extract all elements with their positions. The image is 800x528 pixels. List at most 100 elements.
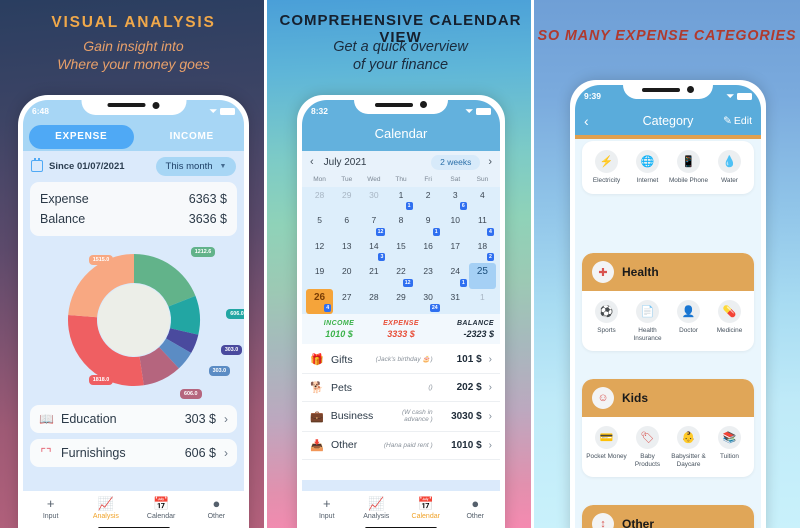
calendar-day-cell[interactable]: 20 [333,263,360,288]
calendar-day-cell[interactable]: 15 [387,238,414,263]
calendar-day-cell[interactable]: 16 [415,238,442,263]
calendar-day-cell[interactable]: 22 12 [387,263,414,288]
tab-expense[interactable]: EXPENSE [29,124,134,149]
calendar-day-cell[interactable]: 4 [469,187,496,212]
range-select-value: This month [165,160,213,172]
category-item[interactable]: ⚡ Electricity [586,150,627,185]
calendar-day-cell[interactable]: 19 [306,263,333,288]
chart-icon: 📈 [97,496,114,511]
calendar-day-cell[interactable]: 31 [442,289,469,314]
bottom-tab-bar[interactable]: + Input 📈 Analysis 📅 Calendar ● Other [302,491,500,528]
calendar-day-cell[interactable]: 21 [360,263,387,288]
chevron-left-icon[interactable]: ‹ [310,156,314,168]
expense-income-tabs[interactable]: EXPENSE INCOME [23,122,244,151]
category-item[interactable]: 📱 Mobile Phone [668,150,709,185]
table-row[interactable]: 📥 Other (Hana paid rent ) 1010 $ › [302,432,500,460]
category-group-header[interactable]: ✚ Health [582,253,754,291]
tab-analysis[interactable]: 📈 Analysis [352,496,402,520]
calendar-day-cell[interactable]: 28 [360,289,387,314]
category-item[interactable]: 👶 Babysitter & Daycare [668,426,709,468]
range-pill[interactable]: 2 weeks [431,154,481,170]
tab-calendar[interactable]: 📅 Calendar [401,496,451,520]
category-item[interactable]: 👤 Doctor [668,300,709,342]
promo-panel-analysis: VISUAL ANALYSIS Gain insight into Where … [0,0,267,528]
tab-input[interactable]: + Input [23,496,78,520]
calendar-day-cell[interactable]: 10 [442,212,469,237]
table-row[interactable]: 🎁 Gifts (Jack's birthday 🎂) 101 $ › [302,346,500,374]
table-row[interactable]: 🐕 Pets () 202 $ › [302,374,500,402]
calendar-day-cell[interactable]: 13 [333,238,360,263]
bottom-tab-bar[interactable]: + Input 📈 Analysis 📅 Calendar ● Other [23,491,244,528]
category-group: ↕ Other [582,505,754,528]
wifi-icon: ⏷ [465,105,473,116]
calendar-day-cell[interactable]: 17 [442,238,469,263]
tab-input[interactable]: + Input [302,496,352,520]
category-item[interactable]: 💊 Medicine [709,300,750,342]
tab-calendar[interactable]: 📅 Calendar [134,496,189,520]
category-item-row: ⚽ Sports 📄 Health Insurance 👤 Doctor 💊 Medicine [582,291,754,351]
calendar-day-cell[interactable]: 6 [333,212,360,237]
calendar-day-cell[interactable]: 30 24 [415,289,442,314]
list-item[interactable]: ⌜⌝ Furnishings 606 $ › [30,439,237,467]
expense-donut-chart[interactable]: 1212.6 606.0 303.0 303.0 606.0 1818.0 1515.0 [23,240,244,400]
edit-button[interactable]: ✎ Edit [723,115,752,127]
weekday-label: Sun [476,176,489,183]
calendar-day-cell[interactable]: 29 [333,187,360,212]
calendar-day-cell[interactable]: 2 [415,187,442,212]
speaker-icon [642,87,680,92]
category-group-header[interactable]: ↕ Other [582,505,754,528]
doctor-icon: 👤 [677,300,700,323]
calendar-day-cell[interactable]: 30 [360,187,387,212]
list-item[interactable]: 📖 Education 303 $ › [30,405,237,433]
day-number: 28 [369,291,379,302]
weekday-label: Tue [341,176,353,183]
category-group-header[interactable]: ☺ Kids [582,379,754,417]
calendar-day-cell[interactable]: 14 3 [360,238,387,263]
calendar-day-cell[interactable]: 91 [415,212,442,237]
tab-other[interactable]: ● Other [451,496,501,520]
category-item[interactable]: 📄 Health Insurance [627,300,668,342]
calendar-day-cell[interactable]: 7 12 [360,212,387,237]
donut-value-label: 303.0 [220,344,243,355]
calendar-day-cell[interactable]: 27 [333,289,360,314]
category-list: 📖 Education 303 $ › ⌜⌝ Furnishings 606 $… [30,405,237,473]
chevron-right-icon[interactable]: › [488,156,492,168]
tab-analysis[interactable]: 📈 Analysis [78,496,133,520]
day-number: 8 [398,215,404,226]
calendar-day-cell[interactable]: 12 [306,238,333,263]
calendar-day-cell[interactable]: 8 [387,212,414,237]
category-item[interactable]: 🏷 Baby Products [627,426,668,468]
range-select[interactable]: This month ▼ [156,156,236,176]
calendar-day-cell[interactable]: 26 4 [306,288,334,314]
table-row[interactable]: 💼 Business (W cash in advance ) 3030 $ › [302,402,500,432]
calendar-day-cell[interactable]: 1 [469,289,496,314]
tab-other[interactable]: ● Other [189,496,244,520]
calendar-day-cell[interactable]: 36 [442,187,469,212]
day-number: 4 [480,190,485,200]
transaction-list: 🎁 Gifts (Jack's birthday 🎂) 101 $ › 🐕 Pe… [302,346,500,460]
calendar-day-cell[interactable]: 11 4 [469,212,496,237]
calendar-day-cell[interactable]: 28 [306,187,333,212]
tab-income[interactable]: INCOME [140,125,245,149]
panel1-subtitle: Gain insight into Where your money goes [0,38,267,73]
transaction-amount: 3030 $ [451,410,482,422]
calendar-day-cell[interactable]: 5 [306,212,333,237]
category-item[interactable]: 📚 Tuition [709,426,750,468]
promo-panel-calendar: COMPREHENSIVE CALENDAR VIEW Get a quick … [267,0,534,528]
category-item[interactable]: ⚽ Sports [586,300,627,342]
category-label: Furnishings [61,446,126,460]
category-item[interactable]: 💧 Water [709,150,750,185]
day-number: 24 [450,266,460,277]
category-item[interactable]: 🌐 Internet [627,150,668,185]
calendar-day-cell[interactable]: 23 [415,263,442,288]
calendar-grid[interactable]: 28 29 30 1 1 2 3 6 4 5 6 7 12 8 9 1 10 11 4 12 13 14 3 15 16 17 18… [302,187,500,314]
calendar-day-cell[interactable]: 11 [387,187,414,212]
wifi-icon: ⏷ [209,105,217,116]
category-item-label: Electricity [592,177,621,184]
calendar-day-cell[interactable]: 29 [387,289,414,314]
calendar-day-cell[interactable]: 24 1 [442,263,469,288]
calendar-day-cell[interactable]: 25 [468,263,496,289]
day-number: 5 [317,215,322,226]
calendar-day-cell[interactable]: 18 2 [469,238,496,263]
category-item[interactable]: 💳 Pocket Money [586,426,627,468]
